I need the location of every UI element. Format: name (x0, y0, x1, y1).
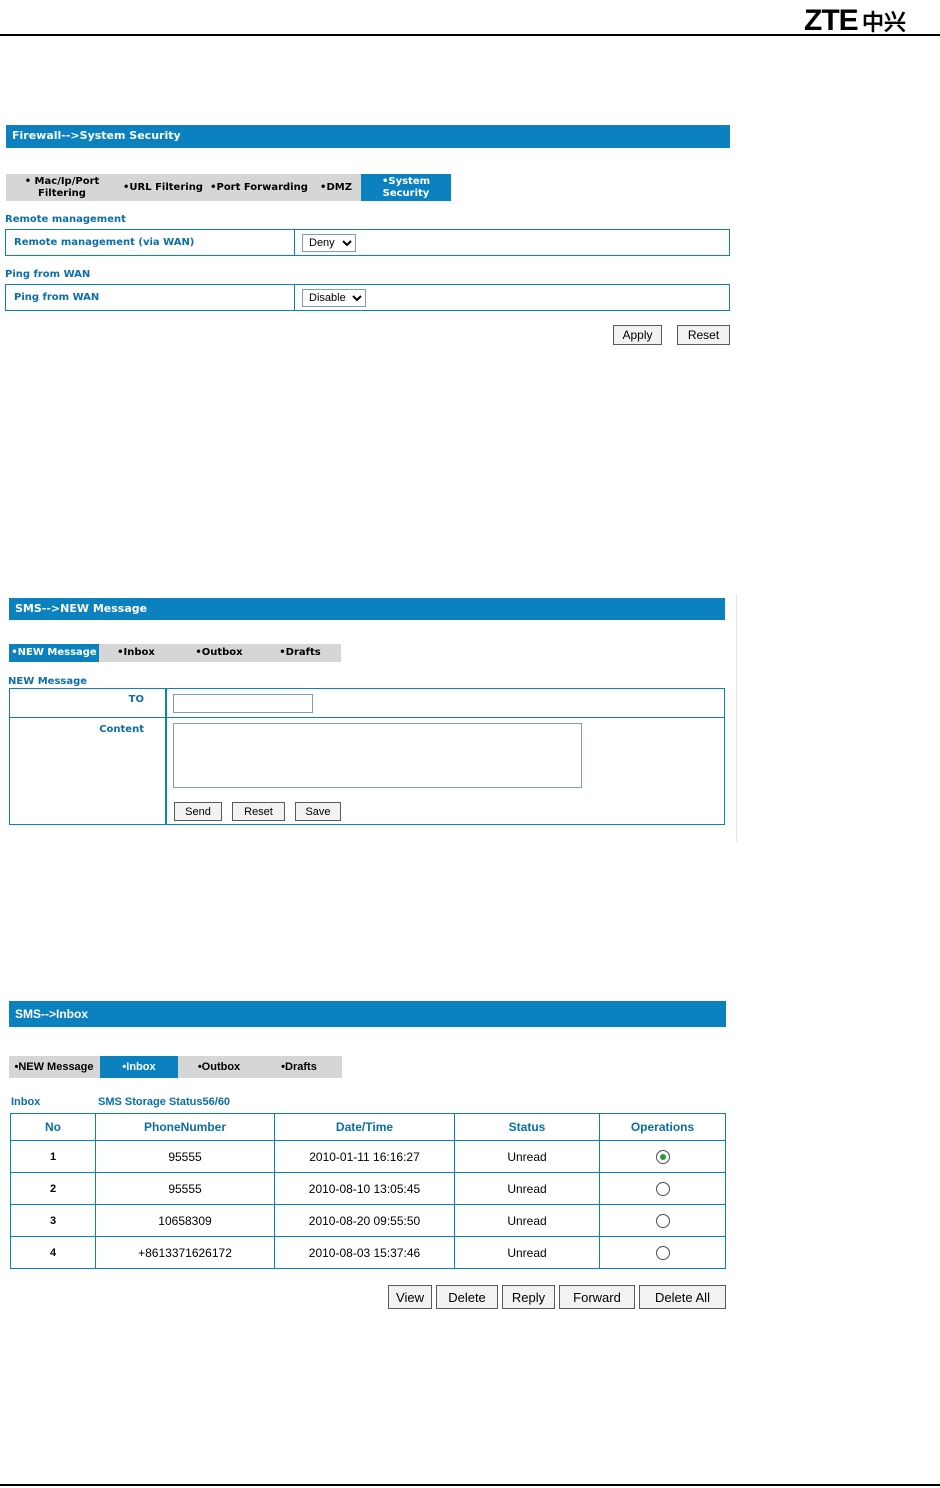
row-no: 4 (10, 1236, 96, 1269)
tab-drafts[interactable]: •Drafts (263, 1056, 335, 1078)
row-datetime: 2010-08-20 09:55:50 (274, 1204, 455, 1237)
delete-all-button[interactable]: Delete All (639, 1285, 726, 1309)
col-phone-number: PhoneNumber (95, 1113, 275, 1141)
tab-new-message[interactable]: •NEW Message (9, 644, 99, 662)
row-datetime: 2010-08-03 15:37:46 (274, 1236, 455, 1269)
firewall-header: Firewall-->System Security (6, 125, 730, 148)
tab-mac-ip-port-filtering[interactable]: • Mac/Ip/Port Filtering (6, 174, 118, 201)
tab-dmz[interactable]: •DMZ (312, 174, 360, 201)
row-operations (599, 1140, 726, 1173)
col-date-time: Date/Time (274, 1113, 455, 1141)
row-operations (599, 1204, 726, 1237)
inbox-tab-strip: •NEW Message •Inbox •Outbox •Drafts (9, 1056, 342, 1078)
row-operations (599, 1236, 726, 1269)
new-message-form: TO Content Send Reset Save (9, 688, 725, 825)
ping-select[interactable]: Disable (302, 289, 366, 307)
row-datetime: 2010-01-11 16:16:27 (274, 1140, 455, 1173)
ping-label: Ping from WAN (14, 292, 100, 303)
remote-management-row: Remote management (via WAN) Deny (5, 229, 730, 256)
newmsg-tab-strip: •NEW Message •Inbox •Outbox •Drafts (9, 644, 341, 662)
row-select-radio[interactable] (655, 1181, 670, 1196)
send-button[interactable]: Send (174, 802, 222, 821)
row-divider (294, 285, 295, 310)
ping-row: Ping from WAN Disable (5, 284, 730, 311)
row-status: Unread (454, 1236, 600, 1269)
remote-management-section-label: Remote management (5, 214, 126, 225)
table-row[interactable]: 2 95555 2010-08-10 13:05:45 Unread (10, 1172, 726, 1205)
panel-edge (736, 594, 737, 842)
tab-inbox[interactable]: •Inbox (100, 1056, 178, 1078)
tab-drafts[interactable]: •Drafts (265, 644, 335, 662)
remote-management-label: Remote management (via WAN) (14, 237, 195, 248)
row-status: Unread (454, 1140, 600, 1173)
delete-button[interactable]: Delete (436, 1285, 498, 1309)
row-datetime: 2010-08-10 13:05:45 (274, 1172, 455, 1205)
view-button[interactable]: View (388, 1285, 432, 1309)
row-divider (294, 230, 295, 255)
tab-url-filtering[interactable]: •URL Filtering (120, 174, 206, 201)
table-row[interactable]: 3 10658309 2010-08-20 09:55:50 Unread (10, 1204, 726, 1237)
reply-button[interactable]: Reply (502, 1285, 555, 1309)
firewall-tab-strip: • Mac/Ip/Port Filtering •URL Filtering •… (6, 174, 451, 201)
svg-text:ZTE: ZTE (804, 4, 858, 34)
to-input[interactable] (173, 694, 313, 713)
new-message-section-label: NEW Message (8, 676, 88, 687)
tab-outbox[interactable]: •Outbox (183, 1056, 255, 1078)
content-textarea[interactable] (173, 723, 582, 788)
to-label: TO (128, 694, 144, 705)
tab-system-security[interactable]: •System Security (361, 174, 451, 201)
table-header-row: No PhoneNumber Date/Time Status Operatio… (10, 1113, 726, 1141)
apply-button[interactable]: Apply (613, 325, 662, 345)
remote-management-select[interactable]: Deny (302, 234, 356, 252)
row-select-radio[interactable] (655, 1149, 670, 1164)
newmsg-header: SMS-->NEW Message (9, 598, 725, 620)
row-status: Unread (454, 1204, 600, 1237)
bottom-rule (0, 1484, 940, 1486)
form-row-divider (10, 717, 724, 718)
row-no: 3 (10, 1204, 96, 1237)
reset-button[interactable]: Reset (677, 325, 730, 345)
tab-outbox[interactable]: •Outbox (181, 644, 257, 662)
inbox-table: No PhoneNumber Date/Time Status Operatio… (10, 1113, 726, 1269)
table-row[interactable]: 4 +8613371626172 2010-08-03 15:37:46 Unr… (10, 1236, 726, 1269)
row-no: 1 (10, 1140, 96, 1173)
col-no: No (10, 1113, 96, 1141)
zte-logo: ZTE 中兴 (804, 4, 906, 34)
col-status: Status (454, 1113, 600, 1141)
row-phone: 95555 (95, 1172, 275, 1205)
tab-new-message[interactable]: •NEW Message (9, 1056, 99, 1078)
row-select-radio[interactable] (655, 1213, 670, 1228)
row-phone: 10658309 (95, 1204, 275, 1237)
content-label: Content (99, 724, 144, 735)
table-row[interactable]: 1 95555 2010-01-11 16:16:27 Unread (10, 1140, 726, 1173)
newmsg-reset-button[interactable]: Reset (232, 802, 285, 821)
save-button[interactable]: Save (295, 802, 341, 821)
svg-text:中兴: 中兴 (862, 11, 906, 34)
forward-button[interactable]: Forward (559, 1285, 635, 1309)
row-select-radio[interactable] (655, 1245, 670, 1260)
row-status: Unread (454, 1172, 600, 1205)
row-phone: 95555 (95, 1140, 275, 1173)
col-operations: Operations (599, 1113, 726, 1141)
top-rule (0, 34, 940, 36)
ping-section-label: Ping from WAN (5, 269, 91, 280)
row-phone: +8613371626172 (95, 1236, 275, 1269)
inbox-section-label: Inbox (11, 1096, 41, 1108)
form-divider (165, 689, 167, 824)
tab-port-forwarding[interactable]: •Port Forwarding (206, 174, 312, 201)
row-no: 2 (10, 1172, 96, 1205)
tab-inbox[interactable]: •Inbox (101, 644, 171, 662)
row-operations (599, 1172, 726, 1205)
inbox-header: SMS-->Inbox (9, 1001, 726, 1027)
sms-storage-status: SMS Storage Status56/60 (98, 1096, 231, 1108)
